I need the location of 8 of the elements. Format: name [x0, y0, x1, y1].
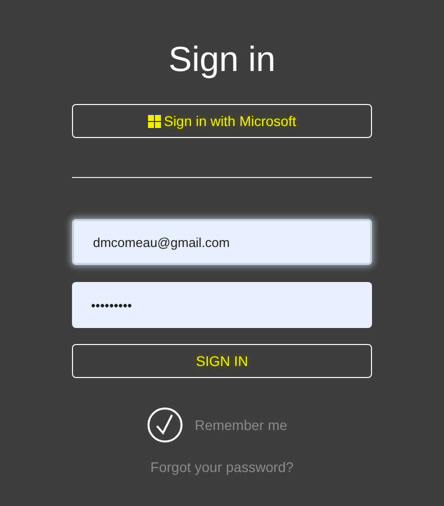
remember-me-label: Remember me [194, 417, 288, 433]
windows-logo-icon [148, 114, 161, 128]
remember-checkbox[interactable] [146, 407, 183, 443]
microsoft-signin-button[interactable]: Sign in with Microsoft [72, 104, 372, 138]
page-title: Sign in [168, 39, 276, 81]
password-field[interactable]: ••••••••• [72, 282, 372, 328]
sign-in-button[interactable]: SIGN IN [72, 344, 372, 378]
email-field[interactable]: dmcomeau@gmail.com [72, 219, 372, 265]
